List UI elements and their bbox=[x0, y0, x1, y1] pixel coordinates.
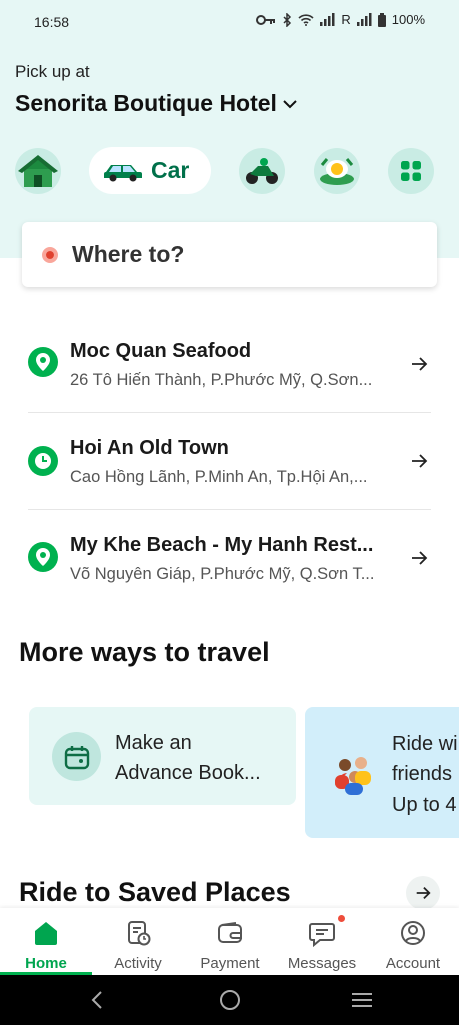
nav-home[interactable]: Home bbox=[0, 908, 92, 975]
card-line: Make an bbox=[115, 732, 192, 754]
bottom-nav: Home Activity Payment Messages Account bbox=[0, 908, 459, 975]
destination-search-input[interactable]: Where to? bbox=[22, 222, 437, 287]
arrow-right-icon bbox=[412, 551, 428, 565]
service-bike-button[interactable] bbox=[239, 148, 285, 194]
carrier-label: R bbox=[341, 12, 351, 27]
saved-places-arrow-button[interactable] bbox=[406, 876, 440, 910]
advance-booking-card[interactable]: Make an Advance Book... bbox=[29, 707, 296, 805]
destination-title: Moc Quan Seafood bbox=[70, 340, 252, 362]
destination-title: Hoi An Old Town bbox=[70, 437, 229, 459]
nav-label: Payment bbox=[200, 955, 260, 972]
chevron-down-icon bbox=[283, 99, 297, 108]
system-nav-bar bbox=[0, 975, 459, 1025]
pin-icon bbox=[28, 347, 58, 377]
key-icon bbox=[256, 14, 276, 25]
motorbike-icon bbox=[246, 158, 278, 184]
nav-label: Account bbox=[385, 955, 441, 972]
wallet-icon bbox=[218, 922, 242, 943]
notification-badge bbox=[338, 915, 345, 922]
nav-label: Messages bbox=[287, 955, 357, 972]
nav-label: Activity bbox=[114, 955, 162, 972]
wifi-icon bbox=[298, 14, 314, 26]
arrow-right-icon bbox=[416, 886, 431, 900]
group-icon bbox=[335, 757, 371, 795]
destination-title: My Khe Beach - My Hanh Rest... bbox=[70, 534, 374, 556]
activity-icon bbox=[128, 921, 151, 946]
card-line: friends bbox=[392, 763, 453, 785]
signal-icon bbox=[320, 13, 335, 26]
nav-account[interactable]: Account bbox=[367, 908, 459, 975]
more-ways-title: More ways to travel bbox=[19, 637, 270, 667]
service-car-label: Car bbox=[151, 157, 190, 183]
pin-icon bbox=[28, 542, 58, 572]
destination-dot-icon bbox=[42, 246, 58, 263]
nav-messages[interactable]: Messages bbox=[276, 908, 368, 975]
chat-icon bbox=[309, 923, 335, 947]
pickup-place-name: Senorita Boutique Hotel bbox=[15, 90, 277, 116]
saved-places-title: Ride to Saved Places bbox=[19, 877, 291, 907]
calendar-icon bbox=[52, 732, 101, 781]
grid-icon bbox=[401, 161, 421, 181]
status-time: 16:58 bbox=[34, 14, 70, 30]
status-icons: R 100% bbox=[256, 12, 425, 27]
nav-label: Home bbox=[25, 955, 67, 972]
clock-icon bbox=[28, 446, 58, 476]
search-placeholder: Where to? bbox=[72, 241, 185, 267]
card-line: Up to 4 bbox=[392, 794, 457, 816]
service-home-button[interactable] bbox=[15, 148, 61, 194]
bluetooth-icon bbox=[283, 12, 292, 27]
nav-payment[interactable]: Payment bbox=[184, 908, 276, 975]
destination-address: Võ Nguyên Giáp, P.Phước Mỹ, Q.Sơn T... bbox=[70, 565, 375, 583]
signal-icon bbox=[356, 13, 372, 26]
recent-destination-item[interactable]: Hoi An Old Town Cao Hồng Lãnh, P.Minh An… bbox=[28, 413, 431, 510]
destination-address: 26 Tô Hiến Thành, P.Phước Mỹ, Q.Sơn... bbox=[70, 371, 373, 389]
car-icon bbox=[104, 164, 142, 181]
pickup-location-selector[interactable]: Senorita Boutique Hotel bbox=[15, 90, 297, 117]
house-icon bbox=[18, 155, 58, 187]
recent-destination-item[interactable]: Moc Quan Seafood 26 Tô Hiến Thành, P.Phư… bbox=[28, 316, 431, 413]
recent-destination-item[interactable]: My Khe Beach - My Hanh Rest... Võ Nguyên… bbox=[28, 510, 431, 607]
back-icon[interactable] bbox=[86, 988, 110, 1012]
arrow-right-icon bbox=[412, 454, 428, 468]
food-icon bbox=[320, 158, 354, 185]
card-line: Ride wi bbox=[392, 733, 458, 755]
card-line: Advance Book... bbox=[115, 762, 261, 784]
pickup-label: Pick up at bbox=[15, 62, 90, 81]
battery-level: 100% bbox=[391, 12, 425, 27]
battery-icon bbox=[377, 12, 386, 27]
recents-icon[interactable] bbox=[350, 988, 374, 1012]
nav-activity[interactable]: Activity bbox=[92, 908, 184, 975]
arrow-right-icon bbox=[412, 357, 428, 371]
destination-address: Cao Hồng Lãnh, P.Minh An, Tp.Hội An,... bbox=[70, 468, 368, 486]
service-car-button[interactable]: Car bbox=[89, 147, 211, 194]
service-more-button[interactable] bbox=[388, 148, 434, 194]
home-button-icon[interactable] bbox=[218, 988, 242, 1012]
account-icon bbox=[401, 921, 425, 945]
ride-with-friends-card[interactable]: Ride wi friends Up to 4 bbox=[305, 707, 459, 838]
service-food-button[interactable] bbox=[314, 148, 360, 194]
status-bar: 16:58 R 100% bbox=[0, 0, 459, 44]
home-icon bbox=[35, 922, 57, 945]
